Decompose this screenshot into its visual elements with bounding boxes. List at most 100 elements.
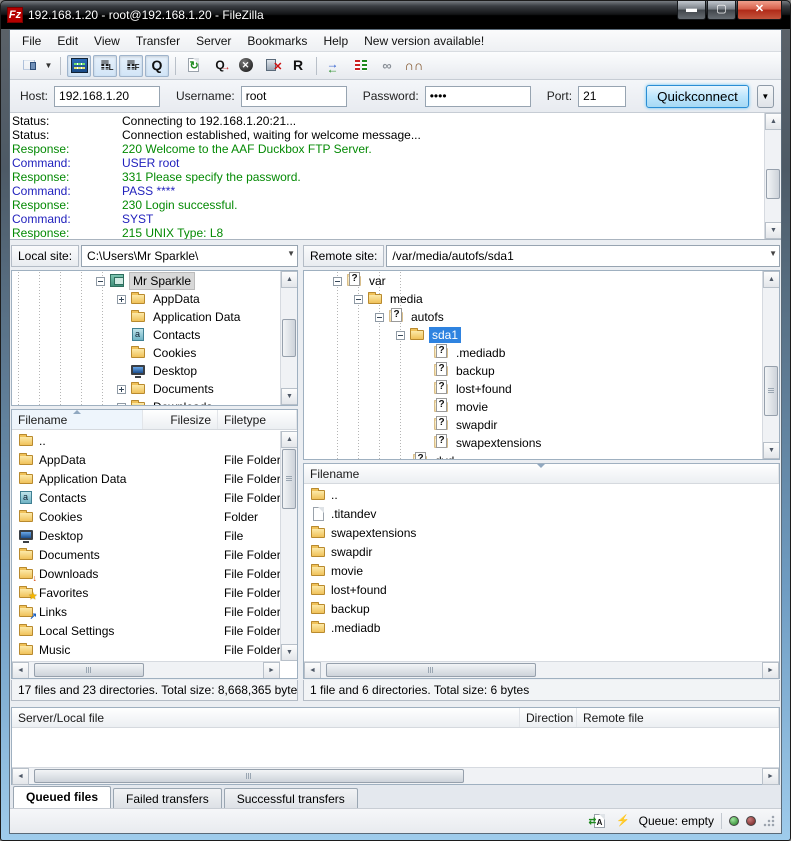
file-row[interactable]: ↓DownloadsFile Folder [12,564,280,583]
local-site-combo[interactable]: C:\Users\Mr Sparkle\▼ [81,245,298,267]
file-row[interactable]: Local SettingsFile Folder [12,621,280,640]
tree-item-mediadb[interactable]: .mediadb [304,344,761,362]
scroll-thumb[interactable] [326,663,536,677]
host-input[interactable] [54,86,160,107]
tab-successful-transfers[interactable]: Successful transfers [224,788,358,808]
port-input[interactable] [578,86,626,107]
scroll-right-arrow[interactable]: ► [263,662,280,679]
scroll-right-arrow[interactable]: ► [762,662,779,679]
tree-item-swapextensions[interactable]: swapextensions [304,434,761,452]
tree-item-autofs[interactable]: autofs [304,308,761,326]
column-header-filename[interactable]: Filename [12,410,143,429]
tree-item-application-data[interactable]: Application Data [12,308,279,326]
file-row[interactable]: backup [304,599,779,618]
file-row[interactable]: ↗LinksFile Folder [12,602,280,621]
synchronized-browsing-button[interactable]: ∞ [375,55,399,77]
file-row[interactable]: AppDataFile Folder [12,450,280,469]
password-input[interactable] [425,86,531,107]
username-input[interactable] [241,86,347,107]
scroll-right-arrow[interactable]: ► [762,768,779,785]
remote-tree-scrollbar[interactable]: ▲ ▼ [762,271,779,459]
collapse-icon[interactable] [396,331,405,340]
local-list-hscrollbar[interactable]: ◄ ► [12,661,280,678]
collapse-icon[interactable] [375,313,384,322]
tree-item-media[interactable]: media [304,290,761,308]
file-row[interactable]: lost+found [304,580,779,599]
chevron-down-icon[interactable]: ▼ [769,249,777,258]
expand-icon[interactable] [117,403,126,406]
column-header-remote-file[interactable]: Remote file [577,708,779,727]
find-files-button[interactable]: ∩∩ [401,55,425,77]
scroll-left-arrow[interactable]: ◄ [304,662,321,679]
menu-view[interactable]: View [86,31,128,51]
column-header-direction[interactable]: Direction [520,708,577,727]
transfer-queue[interactable]: Server/Local file Direction Remote file … [11,707,780,785]
scroll-left-arrow[interactable]: ◄ [12,662,29,679]
process-queue-button[interactable]: Q→ [208,55,232,77]
menu-bookmarks[interactable]: Bookmarks [239,31,315,51]
file-row[interactable]: ContactsFile Folder [12,488,280,507]
file-row[interactable]: .. [12,431,280,450]
local-file-list[interactable]: Filename Filesize Filetype .. AppDataFil… [11,409,298,679]
local-list-vscrollbar[interactable]: ▲ ▼ [280,431,297,661]
file-row[interactable]: .. [304,485,779,504]
scroll-thumb[interactable] [34,663,144,677]
file-row[interactable]: MusicFile Folder [12,640,280,659]
column-header-filesize[interactable]: Filesize [143,410,218,429]
scroll-up-arrow[interactable]: ▲ [281,431,298,448]
scroll-down-arrow[interactable]: ▼ [763,442,780,459]
scroll-thumb[interactable] [766,169,780,199]
tree-item-appdata[interactable]: AppData [12,290,279,308]
collapse-icon[interactable] [333,277,342,286]
tree-item-var[interactable]: var [304,272,761,290]
toggle-remote-tree-button[interactable]: ䷓F [119,55,143,77]
tab-failed-transfers[interactable]: Failed transfers [113,788,222,808]
quickconnect-button[interactable]: Quickconnect [646,85,749,108]
tree-item-cookies[interactable]: Cookies [12,344,279,362]
local-tree-panel[interactable]: Mr Sparkle AppData Application Data Cont… [11,270,298,406]
file-row[interactable]: .titandev [304,504,779,523]
tree-item-sda1[interactable]: sda1 [304,326,761,344]
directory-comparison-button[interactable]: →← [323,55,347,77]
file-row[interactable]: swapextensions [304,523,779,542]
site-manager-button[interactable]: 🗔 [17,55,41,77]
scroll-down-arrow[interactable]: ▼ [281,388,298,405]
expand-icon[interactable] [117,385,126,394]
refresh-button[interactable]: ↻ [182,55,206,77]
tree-item-dvd[interactable]: dvd [304,452,761,459]
toggle-queue-button[interactable]: Q [145,55,169,77]
file-row[interactable]: Application DataFile Folder [12,469,280,488]
menu-transfer[interactable]: Transfer [128,31,188,51]
expand-icon[interactable] [117,295,126,304]
column-header-filetype[interactable]: Filetype [218,410,297,429]
tree-item-swapdir[interactable]: swapdir [304,416,761,434]
file-row[interactable]: swapdir [304,542,779,561]
menu-help[interactable]: Help [315,31,356,51]
collapse-icon[interactable] [354,295,363,304]
menu-file[interactable]: File [14,31,49,51]
tree-item-mr-sparkle[interactable]: Mr Sparkle [12,272,279,290]
tree-item-backup[interactable]: backup [304,362,761,380]
tree-item-documents[interactable]: Documents [12,380,279,398]
menu-edit[interactable]: Edit [49,31,86,51]
scroll-thumb[interactable] [34,769,464,783]
minimize-button[interactable]: ▬ [677,1,706,20]
file-row[interactable]: movie [304,561,779,580]
remote-file-list[interactable]: Filename .. .titandev swapextensions swa… [303,463,780,679]
site-manager-dropdown[interactable]: ▼ [42,55,55,77]
close-button[interactable]: ✕ [737,1,782,20]
message-log[interactable]: Status:Connecting to 192.168.1.20:21... … [10,113,781,240]
column-header-server-local-file[interactable]: Server/Local file [12,708,520,727]
file-row[interactable]: CookiesFolder [12,507,280,526]
scroll-thumb[interactable] [282,449,296,509]
queue-hscrollbar[interactable]: ◄ ► [12,767,779,784]
cancel-button[interactable]: ✕ [234,55,258,77]
toggle-message-log-button[interactable] [67,55,91,77]
transfer-type-icon[interactable]: A⇄ [591,814,608,829]
file-row[interactable]: DocumentsFile Folder [12,545,280,564]
scroll-up-arrow[interactable]: ▲ [765,113,781,130]
scroll-thumb[interactable] [764,366,778,416]
scroll-down-arrow[interactable]: ▼ [765,222,781,239]
scroll-up-arrow[interactable]: ▲ [763,271,780,288]
local-tree-scrollbar[interactable]: ▲ ▼ [280,271,297,405]
